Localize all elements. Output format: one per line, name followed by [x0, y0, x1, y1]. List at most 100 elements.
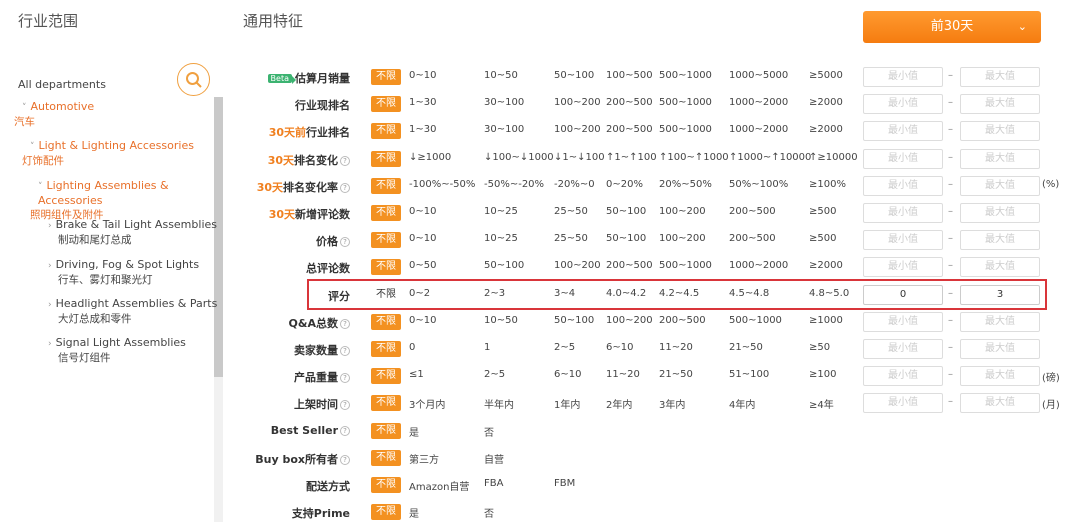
- max-value-input[interactable]: 最大值: [960, 121, 1040, 142]
- filter-option[interactable]: 50%~100%: [729, 179, 788, 190]
- filter-option[interactable]: 100~200: [606, 315, 653, 326]
- filter-option[interactable]: 半年内: [484, 396, 514, 411]
- tree-node[interactable]: › Headlight Assemblies & Parts 大灯总成和零件: [48, 297, 217, 326]
- tree-root-all-departments[interactable]: All departments: [18, 78, 106, 92]
- filter-option[interactable]: ≥500: [809, 206, 836, 217]
- filter-option[interactable]: ≥100: [809, 369, 836, 380]
- max-value-input[interactable]: 最大值: [960, 393, 1040, 414]
- no-limit-tag[interactable]: 不限: [371, 150, 401, 167]
- filter-option[interactable]: 500~1000: [659, 97, 712, 108]
- filter-option[interactable]: 500~1000: [659, 124, 712, 135]
- no-limit-tag[interactable]: 不限: [371, 177, 401, 194]
- filter-option[interactable]: 1: [484, 342, 490, 353]
- help-icon[interactable]: ?: [340, 400, 350, 411]
- help-icon[interactable]: ?: [340, 454, 350, 465]
- filter-option[interactable]: 100~200: [554, 260, 601, 271]
- max-value-input[interactable]: 最大值: [960, 366, 1040, 387]
- max-value-input[interactable]: 最大值: [960, 230, 1040, 251]
- filter-option[interactable]: 6~10: [606, 342, 633, 353]
- filter-option[interactable]: FBM: [554, 478, 575, 489]
- filter-option[interactable]: 50~100: [554, 70, 594, 81]
- filter-option[interactable]: 0~10: [409, 206, 436, 217]
- filter-option[interactable]: 4年内: [729, 396, 755, 411]
- no-limit-tag[interactable]: 不限: [371, 259, 401, 276]
- filter-option[interactable]: 2年内: [606, 396, 632, 411]
- filter-option[interactable]: ≥5000: [809, 70, 843, 81]
- filter-option[interactable]: ↓1~↓100: [554, 152, 605, 163]
- filter-option[interactable]: 100~200: [554, 97, 601, 108]
- min-value-input[interactable]: 最小值: [863, 203, 943, 223]
- date-range-dropdown[interactable]: 前30天 ⌄: [863, 11, 1041, 43]
- filter-option[interactable]: 51~100: [729, 369, 769, 380]
- no-limit-tag[interactable]: 不限: [371, 477, 401, 493]
- filter-option[interactable]: ≥2000: [809, 97, 843, 108]
- tree-node[interactable]: ˅ Light & Lighting Accessories 灯饰配件: [22, 139, 194, 168]
- no-limit-tag[interactable]: 不限: [371, 504, 401, 521]
- no-limit-tag[interactable]: 不限: [371, 205, 401, 221]
- max-value-input[interactable]: 最大值: [960, 148, 1040, 169]
- filter-option[interactable]: 2~5: [484, 369, 505, 380]
- filter-option[interactable]: 200~500: [606, 124, 653, 135]
- filter-option[interactable]: 500~1000: [659, 260, 712, 271]
- filter-option[interactable]: 1000~5000: [729, 70, 788, 81]
- min-value-input[interactable]: 最小值: [863, 230, 943, 251]
- filter-option[interactable]: ≥100%: [809, 179, 846, 190]
- filter-option[interactable]: 10~25: [484, 206, 518, 217]
- max-value-input[interactable]: 最大值: [960, 203, 1040, 223]
- help-icon[interactable]: ?: [340, 373, 350, 384]
- filter-option[interactable]: 200~500: [606, 260, 653, 271]
- filter-option[interactable]: 200~500: [729, 233, 776, 244]
- min-value-input[interactable]: 最小值: [863, 339, 943, 359]
- help-icon[interactable]: ?: [340, 155, 350, 166]
- filter-option[interactable]: 1000~2000: [729, 260, 788, 271]
- filter-option[interactable]: Amazon自营: [409, 478, 469, 493]
- filter-option[interactable]: 1000~2000: [729, 124, 788, 135]
- filter-option[interactable]: 500~1000: [659, 70, 712, 81]
- filter-option[interactable]: 21~50: [729, 342, 763, 353]
- filter-option[interactable]: 11~20: [606, 369, 640, 380]
- filter-option[interactable]: 200~500: [729, 206, 776, 217]
- filter-option[interactable]: 第三方: [409, 451, 439, 466]
- min-value-input[interactable]: 最小值: [863, 67, 943, 87]
- filter-option[interactable]: ≥500: [809, 233, 836, 244]
- filter-option[interactable]: 1年内: [554, 396, 580, 411]
- no-limit-tag[interactable]: 不限: [371, 232, 401, 249]
- filter-option[interactable]: 50~100: [484, 260, 524, 271]
- filter-option[interactable]: ↓≥1000: [409, 152, 451, 163]
- filter-option[interactable]: ↑1~↑100: [606, 152, 657, 163]
- filter-option[interactable]: ↑≥10000: [809, 152, 858, 163]
- filter-option[interactable]: 否: [484, 424, 494, 439]
- no-limit-tag[interactable]: 不限: [371, 96, 401, 113]
- filter-option[interactable]: -50%~-20%: [484, 179, 544, 190]
- filter-option[interactable]: 是: [409, 424, 419, 439]
- filter-option[interactable]: 是: [409, 505, 419, 520]
- filter-option[interactable]: 10~25: [484, 233, 518, 244]
- filter-option[interactable]: 200~500: [659, 315, 706, 326]
- no-limit-tag[interactable]: 不限: [371, 422, 401, 439]
- filter-option[interactable]: 0~50: [409, 260, 436, 271]
- filter-option[interactable]: 6~10: [554, 369, 581, 380]
- no-limit-tag[interactable]: 不限: [371, 313, 401, 330]
- filter-option[interactable]: 3个月内: [409, 396, 445, 411]
- no-limit-tag[interactable]: 不限: [371, 123, 401, 140]
- filter-option[interactable]: ≥2000: [809, 124, 843, 135]
- min-value-input[interactable]: 最小值: [863, 366, 943, 387]
- help-icon[interactable]: ?: [340, 318, 350, 329]
- filter-option[interactable]: FBA: [484, 478, 503, 489]
- help-icon[interactable]: ?: [340, 346, 350, 356]
- search-button[interactable]: [177, 63, 210, 96]
- filter-option[interactable]: -100%~-50%: [409, 179, 475, 190]
- min-value-input[interactable]: 最小值: [863, 94, 943, 115]
- filter-option[interactable]: 500~1000: [729, 315, 782, 326]
- filter-option[interactable]: 50~100: [606, 206, 646, 217]
- filter-option[interactable]: ↑100~↑1000: [659, 152, 729, 163]
- filter-option[interactable]: -20%~0: [554, 179, 595, 190]
- filter-option[interactable]: ≥2000: [809, 260, 843, 271]
- help-icon[interactable]: ?: [340, 237, 350, 248]
- no-limit-tag[interactable]: 不限: [371, 395, 401, 412]
- max-value-input[interactable]: 最大值: [960, 311, 1040, 332]
- max-value-input[interactable]: 最大值: [960, 257, 1040, 278]
- filter-option[interactable]: 自营: [484, 451, 504, 466]
- min-value-input[interactable]: 最小值: [863, 121, 943, 142]
- max-value-input[interactable]: 最大值: [960, 175, 1040, 196]
